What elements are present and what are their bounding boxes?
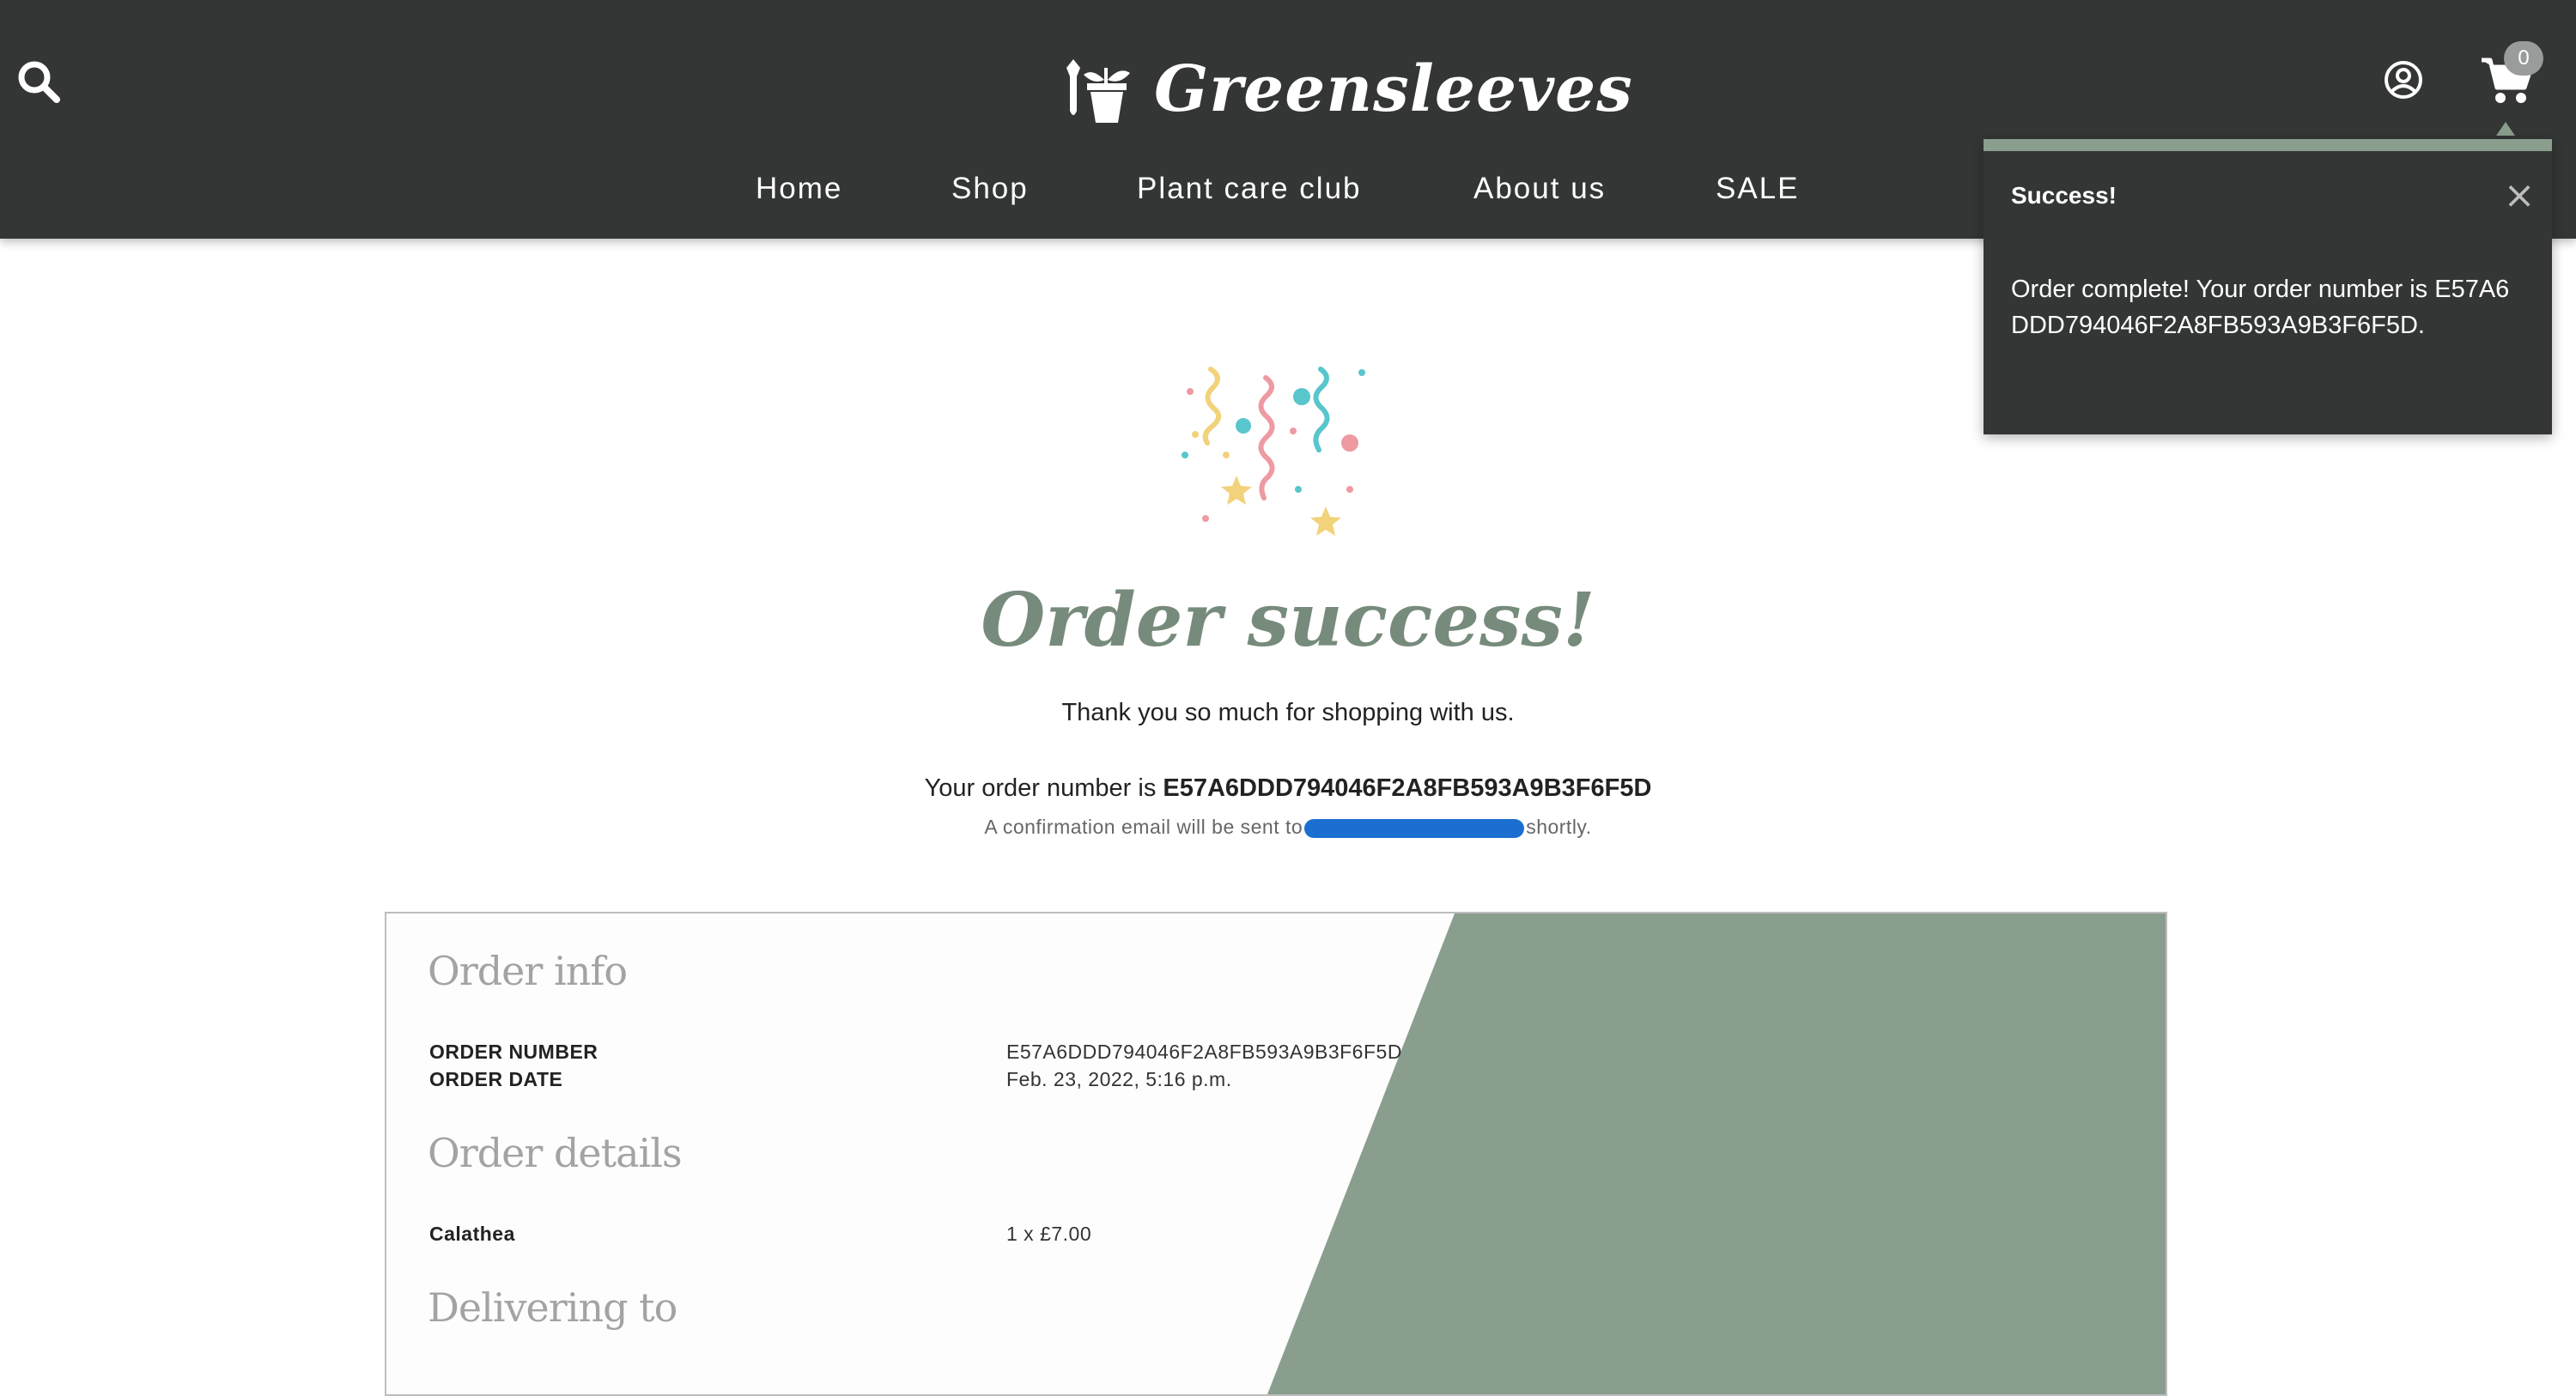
delivering-to-title: Delivering to [428,1284,677,1331]
page-title: Order success! [981,577,1595,664]
confirmation-email-note: A confirmation email will be sent to shor… [0,816,2576,839]
order-summary-card: Order info ORDER NUMBER E57A6DDD794046F2… [385,912,2167,1396]
order-item-price: 1 x £7.00 [1006,1223,1092,1245]
nav-item-sale[interactable]: SALE [1716,172,1800,206]
confirm-suffix: shortly. [1526,816,1592,838]
brand-logo[interactable]: Greensleeves [1058,46,1633,132]
order-number-value: E57A6DDD794046F2A8FB593A9B3F6F5D [1163,774,1652,802]
order-number-line: Your order number is E57A6DDD794046F2A8F… [0,774,2576,803]
order-number-label: ORDER NUMBER [429,1041,598,1063]
order-info-title: Order info [428,948,628,994]
toast-pointer [2496,122,2515,136]
order-item-name: Calathea [429,1223,515,1245]
redacted-email [1304,818,1525,838]
thank-you-text: Thank you so much for shopping with us. [1061,699,1515,726]
success-toast: Success! × Order complete! Your order nu… [1984,139,2552,434]
order-date-label: ORDER DATE [429,1068,563,1090]
confetti-icon [1182,367,1365,536]
nav-item-shop[interactable]: Shop [951,172,1029,206]
toast-message: Order complete! Your order number is E57… [2011,276,2510,339]
brand-name: Greensleeves [1154,52,1633,126]
nav-item-plant-care-club[interactable]: Plant care club [1137,172,1362,206]
order-number-field: E57A6DDD794046F2A8FB593A9B3F6F5D [1006,1041,1402,1063]
search-icon[interactable] [15,58,64,106]
nav-item-about-us[interactable]: About us [1473,172,1606,206]
nav-item-home[interactable]: Home [756,172,842,206]
account-icon[interactable] [2382,58,2425,101]
order-date-field: Feb. 23, 2022, 5:16 p.m. [1006,1068,1232,1090]
toast-accent-bar [1984,139,2552,151]
confirm-prefix: A confirmation email will be sent to [984,816,1303,838]
plant-pot-icon [1066,59,1130,123]
order-details-title: Order details [428,1130,683,1176]
cart-count-badge: 0 [2504,41,2543,76]
close-icon[interactable]: × [2502,177,2537,215]
toast-title: Success! [2011,182,2117,209]
order-number-prefix: Your order number is [924,774,1163,802]
